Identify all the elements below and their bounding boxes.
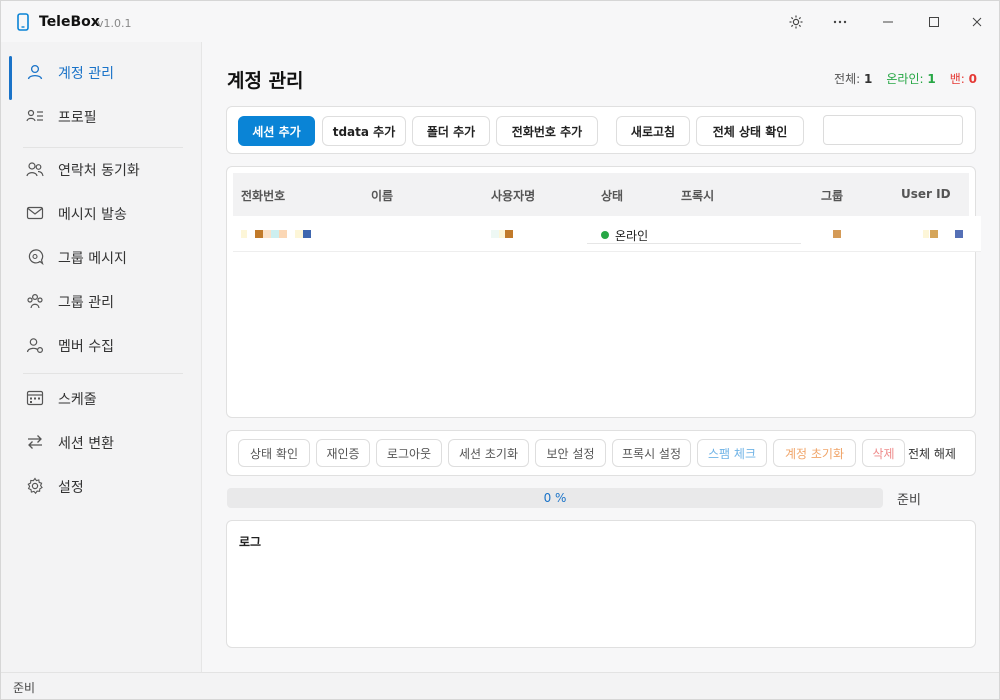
sidebar-item-schedule[interactable]: 스케줄 [9,378,194,418]
column-status[interactable]: 상태 [601,187,623,204]
redacted-group [833,230,841,238]
progress-status: 준비 [897,493,921,508]
sidebar-item-label: 그룹 메시지 [58,251,127,267]
app-window: TeleBox v1.0.1 계정 관리 프로필 연락처 동기화 메시지 발송 … [0,0,1000,700]
progress-bar: 0 % [227,488,883,508]
sidebar-divider [23,373,183,374]
check-status-button[interactable]: 상태 확인 [238,439,310,467]
sun-icon [789,15,803,29]
close-button[interactable] [964,9,990,35]
account-counts: 전체: 1 온라인: 1 밴: 0 [834,70,977,87]
theme-toggle-button[interactable] [783,9,809,35]
reset-session-button[interactable]: 세션 초기화 [448,439,529,467]
page-title: 계정 관리 [227,70,304,92]
sidebar-item-settings[interactable]: 설정 [9,466,194,506]
sidebar-item-label: 스케줄 [58,392,97,408]
log-panel[interactable]: 로그 [226,520,976,648]
profile-list-icon [26,109,43,122]
sidebar-item-label: 계정 관리 [58,66,114,82]
more-dots-icon [833,20,847,24]
status-bar: 준비 [1,672,999,699]
add-folder-button[interactable]: 폴더 추가 [412,116,490,146]
close-icon [972,17,982,27]
sidebar-item-label: 설정 [58,480,84,496]
sidebar-item-group-management[interactable]: 그룹 관리 [9,281,194,321]
phone-icon [17,13,29,31]
sidebar: 계정 관리 프로필 연락처 동기화 메시지 발송 그룹 메시지 그룹 관리 멤버… [1,42,202,672]
progress-text: 0 % [543,491,567,505]
add-session-button[interactable]: 세션 추가 [238,116,315,146]
status-online-dot [601,231,609,239]
sidebar-divider [23,147,183,148]
column-group[interactable]: 그룹 [821,187,843,204]
sidebar-item-label: 멤버 수집 [58,339,114,355]
total-count: 전체: 1 [834,72,873,86]
sidebar-item-profile[interactable]: 프로필 [9,96,194,136]
column-proxy[interactable]: 프록시 [681,187,714,204]
table-row[interactable]: 온라인 [233,216,981,252]
column-phone[interactable]: 전화번호 [241,187,285,204]
sidebar-item-session-convert[interactable]: 세션 변환 [9,422,194,462]
search-input[interactable] [823,115,963,145]
sidebar-item-contacts-sync[interactable]: 연락처 동기화 [9,149,194,189]
app-title: TeleBox [39,14,100,30]
proxy-settings-button[interactable]: 프록시 설정 [612,439,691,467]
sidebar-item-group-message[interactable]: 그룹 메시지 [9,237,194,277]
sidebar-item-label: 메시지 발송 [58,207,127,223]
status-text: 온라인 [615,229,649,243]
title-bar: TeleBox v1.0.1 [1,1,999,42]
refresh-button[interactable]: 새로고침 [616,116,690,146]
column-user-id[interactable]: User ID [901,187,951,201]
deselect-all-link[interactable]: 전체 해제 [908,445,956,462]
chat-icon [28,249,44,266]
spam-check-button[interactable]: 스팸 체크 [697,439,767,467]
column-username[interactable]: 사용자명 [491,187,535,204]
group-icon [27,293,43,309]
table-header: 전화번호 이름 사용자명 상태 프록시 그룹 User ID [233,173,969,216]
banned-count: 밴: 0 [949,72,977,86]
security-settings-button[interactable]: 보안 설정 [535,439,606,467]
minimize-icon [883,21,893,23]
sidebar-item-label: 세션 변환 [58,436,114,452]
reset-account-button[interactable]: 계정 초기화 [773,439,856,467]
sidebar-item-label: 연락처 동기화 [58,163,140,179]
actions-card: 상태 확인 재인증 로그아웃 세션 초기화 보안 설정 프록시 설정 스팸 체크… [226,430,976,476]
sidebar-item-account-management[interactable]: 계정 관리 [9,52,194,100]
add-phone-button[interactable]: 전화번호 추가 [496,116,598,146]
sidebar-item-member-collect[interactable]: 멤버 수집 [9,325,194,365]
user-icon [27,64,43,80]
column-name[interactable]: 이름 [371,187,393,204]
log-label: 로그 [239,535,262,549]
swap-icon [28,435,42,449]
member-collect-icon [26,338,44,354]
toolbar-card: 세션 추가 tdata 추가 폴더 추가 전화번호 추가 새로고침 전체 상태 … [226,106,976,154]
calendar-icon [26,390,44,406]
maximize-button[interactable] [921,9,947,35]
sidebar-item-send-message[interactable]: 메시지 발송 [9,193,194,233]
accounts-table: 전화번호 이름 사용자명 상태 프록시 그룹 User ID 온라인 [226,166,981,418]
main-content: 계정 관리 전체: 1 온라인: 1 밴: 0 세션 추가 tdata 추가 폴… [202,42,999,672]
delete-button[interactable]: 삭제 [862,439,905,467]
more-menu-button[interactable] [827,9,853,35]
status-bar-text: 준비 [13,681,36,695]
sidebar-item-label: 그룹 관리 [58,295,114,311]
status-underline [587,243,801,244]
maximize-icon [929,17,939,27]
gear-icon [27,477,43,495]
online-count: 온라인: 1 [886,72,936,86]
logout-button[interactable]: 로그아웃 [376,439,442,467]
reauth-button[interactable]: 재인증 [316,439,370,467]
app-version: v1.0.1 [97,17,132,30]
add-tdata-button[interactable]: tdata 추가 [322,116,406,146]
mail-icon [26,206,44,220]
check-all-status-button[interactable]: 전체 상태 확인 [696,116,804,146]
contacts-sync-icon [26,162,44,177]
sidebar-item-label: 프로필 [58,110,97,126]
minimize-button[interactable] [875,9,901,35]
